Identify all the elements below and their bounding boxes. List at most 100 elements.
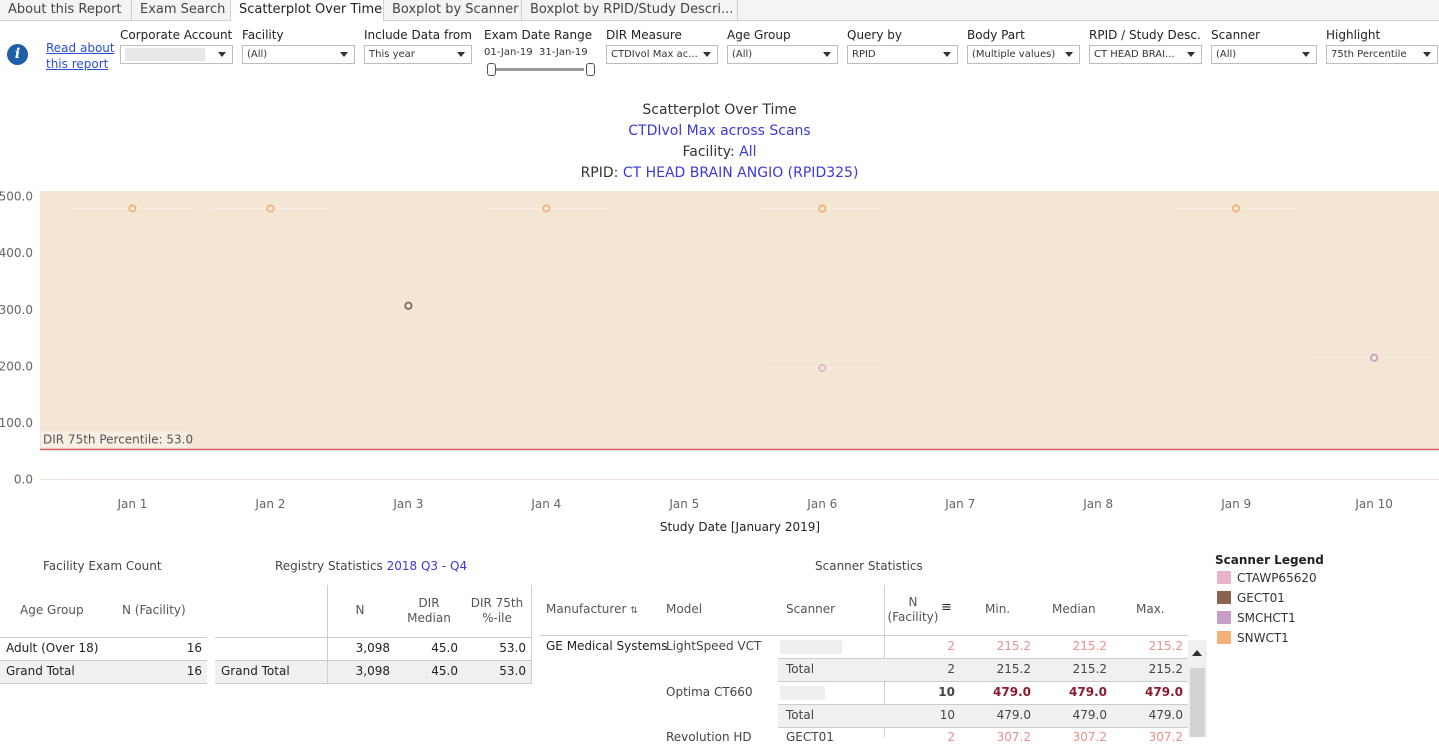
date-end[interactable]: 31-Jan-19 [539, 47, 588, 58]
divider [327, 585, 328, 684]
registry-75th-cell: 53.0 [499, 641, 526, 655]
highlight-dropdown[interactable]: 75th Percentile [1326, 45, 1438, 64]
sort-desc-icon[interactable]: ≡ [941, 600, 952, 615]
chart-rpid-line: RPID: CT HEAD BRAIN ANGIO (RPID325) [0, 163, 1439, 184]
registry-period: 2018 Q3 - Q4 [386, 559, 468, 573]
slider-end-handle[interactable] [586, 63, 595, 76]
y-tick-label: 200.0 [0, 359, 33, 373]
manufacturer-header[interactable]: Manufacturer ⇅ [546, 602, 638, 619]
facility-dropdown[interactable]: (All) [242, 45, 355, 64]
divider [215, 637, 532, 638]
x-tick-label: Jan 2 [254, 497, 285, 511]
median-header[interactable]: Median [1052, 602, 1096, 617]
filter-query-by: Query by RPID [847, 28, 958, 64]
chevron-down-icon [457, 52, 465, 57]
table-scrollbar[interactable] [1188, 640, 1207, 737]
min-header[interactable]: Min. [985, 602, 1010, 617]
x-tick-label: Jan 3 [392, 497, 423, 511]
legend-swatch [1217, 571, 1231, 584]
divider [778, 704, 1188, 705]
chevron-down-icon [943, 52, 951, 57]
age-group-header[interactable]: Age Group [20, 603, 84, 618]
date-range-slider [484, 63, 595, 77]
dir-measure-dropdown[interactable]: CTDIvol Max ac... [606, 45, 718, 64]
y-tick-label: 400.0 [0, 246, 33, 260]
chart-title: Scatterplot Over Time [642, 102, 797, 118]
min-cell: 215.2 [996, 662, 1031, 676]
max-header[interactable]: Max. [1136, 602, 1165, 617]
manufacturer-header-text: Manufacturer [546, 602, 627, 616]
dropdown-value: This year [369, 49, 415, 60]
legend-label: CTAWP65620 [1237, 571, 1317, 585]
date-start[interactable]: 01-Jan-19 [484, 47, 533, 58]
scanner-cell: Total [786, 708, 815, 722]
min-cell: 307.2 [996, 730, 1031, 744]
corporate-account-dropdown[interactable] [120, 45, 233, 64]
registry-total-median: 45.0 [431, 664, 458, 678]
divider [0, 683, 207, 684]
scrollbar-thumb[interactable] [1190, 668, 1205, 737]
filter-include-data-from: Include Data from This year [364, 28, 472, 64]
body-part-dropdown[interactable]: (Multiple values) [967, 45, 1080, 64]
chevron-up-icon[interactable] [1192, 650, 1202, 656]
read-about-link[interactable]: Read about this report [46, 40, 116, 72]
scanner-cell [780, 685, 825, 700]
n-header[interactable]: N [340, 603, 380, 618]
legend-label: GECT01 [1237, 591, 1285, 605]
min-cell: 479.0 [996, 708, 1031, 722]
chart-facility-line: Facility: All [0, 142, 1439, 163]
registry-median-cell: 45.0 [431, 641, 458, 655]
include-data-from-dropdown[interactable]: This year [364, 45, 472, 64]
manufacturer-cell: GE Medical Systems [546, 639, 668, 653]
tab-scatterplot-over-time[interactable]: Scatterplot Over Time [231, 0, 384, 22]
rpid-study-dropdown[interactable]: CT HEAD BRAI... [1089, 45, 1202, 64]
chevron-down-icon [703, 52, 711, 57]
rpid-value: CT HEAD BRAIN ANGIO (RPID325) [622, 165, 859, 181]
n-cell: 2 [947, 730, 955, 744]
median-cell: 215.2 [1072, 662, 1107, 676]
x-tick-label: Jan 4 [530, 497, 561, 511]
scanner-dropdown[interactable]: (All) [1211, 45, 1317, 64]
filter-scanner: Scanner (All) [1211, 28, 1317, 64]
scanner-header[interactable]: Scanner [786, 602, 835, 617]
filter-body-part: Body Part (Multiple values) [967, 28, 1080, 64]
legend-item-snwct1[interactable]: SNWCT1 [1217, 631, 1289, 645]
model-cell: Optima CT660 [666, 685, 753, 699]
query-by-dropdown[interactable]: RPID [847, 45, 958, 64]
model-header[interactable]: Model [666, 602, 702, 617]
legend-item-ctawp65620[interactable]: CTAWP65620 [1217, 571, 1317, 585]
slider-start-handle[interactable] [487, 63, 496, 76]
median-cell: 479.0 [1069, 685, 1107, 699]
chart-band [40, 191, 1439, 450]
dropdown-value: (All) [247, 49, 268, 60]
divider [778, 658, 1188, 659]
y-axis: 0.0 100.0 200.0 300.0 400.0 500.0 [0, 190, 33, 487]
age-group-dropdown[interactable]: (All) [727, 45, 838, 64]
registry-grand-total-label: Grand Total [221, 664, 290, 678]
tab-exam-search[interactable]: Exam Search [132, 0, 231, 21]
tab-boxplot-by-rpid[interactable]: Boxplot by RPID/Study Descri... [522, 0, 738, 21]
filter-label: Include Data from [364, 28, 472, 42]
rpid-label: RPID: [580, 165, 623, 181]
n-facility-header[interactable]: N (Facility) [886, 595, 940, 625]
legend-item-gect01[interactable]: GECT01 [1217, 591, 1285, 605]
date-range-values: 01-Jan-19 31-Jan-19 [484, 47, 598, 58]
scanner-cell [780, 639, 842, 654]
dropdown-value: CT HEAD BRAI... [1094, 49, 1175, 60]
facility-label: Facility: [682, 144, 740, 160]
filter-label: Age Group [727, 28, 791, 42]
dir-median-header[interactable]: DIR Median [404, 596, 454, 626]
tab-about-this-report[interactable]: About this Report [0, 0, 132, 21]
chevron-down-icon [340, 52, 348, 57]
filter-label: Scanner [1211, 28, 1261, 42]
filter-label: RPID / Study Desc... [1089, 28, 1202, 42]
sort-az-icon[interactable]: ⇅ [630, 606, 638, 616]
dir-75th-header[interactable]: DIR 75th %-ile [466, 596, 528, 626]
info-icon[interactable]: i [7, 44, 28, 65]
tab-boxplot-by-scanner[interactable]: Boxplot by Scanner [384, 0, 522, 21]
legend-item-smchct1[interactable]: SMCHCT1 [1217, 611, 1296, 625]
n-facility-header[interactable]: N (Facility) [122, 603, 186, 618]
min-cell: 479.0 [993, 685, 1031, 699]
filter-label: Body Part [967, 28, 1025, 42]
median-cell: 479.0 [1072, 708, 1107, 722]
